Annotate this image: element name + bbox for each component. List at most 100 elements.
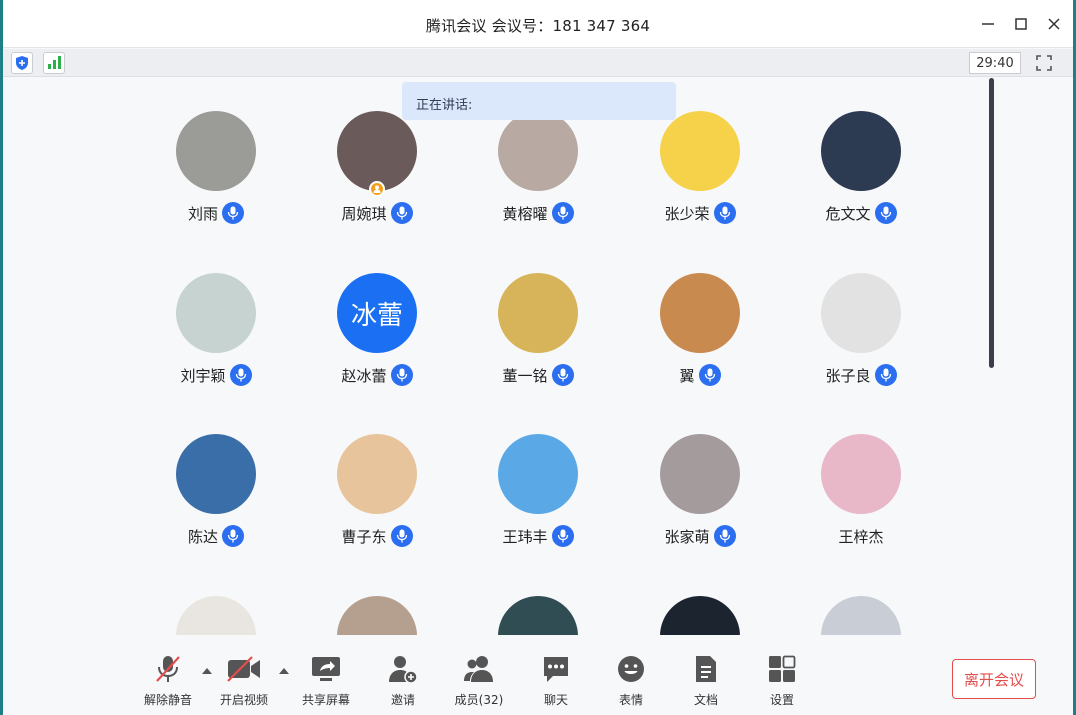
participant-name: 董一铭 [502, 366, 548, 385]
participant-name: 刘宇颖 [180, 366, 226, 385]
mic-icon [719, 529, 730, 543]
participant-name-row: 王玮丰 [463, 524, 613, 548]
mic-status-icon [874, 202, 897, 224]
emoji-button[interactable]: 表情 [596, 653, 666, 709]
avatar [176, 596, 256, 635]
mic-icon [396, 206, 407, 220]
participant-name-row: 刘雨 [141, 201, 291, 225]
participant-name-row: 王梓杰 [786, 524, 936, 548]
participant-name-row: 张少荣 [625, 201, 775, 225]
participant-tile[interactable]: 冰蕾赵冰蕾 [302, 273, 452, 413]
participant-tile[interactable]: 陈达 [141, 434, 291, 574]
signal-bar [52, 60, 56, 69]
participant-tile[interactable]: 张少荣 [625, 111, 775, 251]
participant-tile[interactable]: 翼 [625, 273, 775, 413]
start-video-button[interactable]: 开启视频 [209, 653, 279, 709]
fullscreen-icon [1036, 55, 1052, 71]
participant-tile[interactable]: 危文文 [786, 111, 936, 251]
add-user-icon [389, 656, 418, 684]
participant-name: 赵冰蕾 [341, 366, 387, 385]
participant-tile[interactable] [625, 596, 775, 635]
close-button[interactable] [1039, 10, 1069, 38]
docs-button[interactable]: 文档 [671, 653, 741, 709]
participant-tile[interactable] [463, 596, 613, 635]
mic-icon [227, 529, 239, 543]
participant-name: 张家萌 [664, 527, 710, 546]
mic-status-icon [874, 364, 897, 386]
avatar [498, 111, 578, 191]
avatar [821, 434, 901, 514]
participant-tile[interactable]: 王玮丰 [463, 434, 613, 574]
mic-icon [719, 206, 730, 220]
mic-icon [557, 368, 568, 382]
leave-meeting-button[interactable]: 离开会议 [952, 659, 1036, 699]
avatar [660, 596, 740, 635]
settings-button[interactable]: 设置 [747, 653, 817, 709]
minimize-button[interactable] [973, 10, 1003, 38]
participant-tile[interactable]: 周婉琪 [302, 111, 452, 251]
participant-tile[interactable]: 王梓杰 [786, 434, 936, 574]
participant-name: 王玮丰 [502, 527, 548, 546]
avatar: 冰蕾 [337, 273, 417, 353]
chat-icon [544, 657, 568, 682]
participant-name: 曹子东 [341, 527, 387, 546]
window-title: 腾讯会议 会议号：181 347 364 [425, 17, 651, 35]
minimize-icon [982, 23, 994, 25]
participant-name-row: 赵冰蕾 [302, 363, 452, 387]
maximize-button[interactable] [1006, 10, 1036, 38]
participant-tile[interactable] [302, 596, 452, 635]
mic-icon [227, 206, 239, 220]
participant-name: 王梓杰 [838, 527, 884, 546]
participant-name: 黄榕曜 [502, 204, 548, 223]
participant-tile[interactable]: 曹子东 [302, 434, 452, 574]
avatar [337, 596, 417, 635]
mic-status-icon [222, 202, 244, 224]
participant-name: 刘雨 [187, 204, 218, 223]
participant-name: 周婉琪 [341, 204, 387, 223]
participant-tile[interactable]: 董一铭 [463, 273, 613, 413]
maximize-icon [1015, 18, 1027, 30]
mic-status-icon [551, 364, 574, 386]
close-icon [1048, 18, 1060, 30]
share-screen-icon [312, 657, 340, 681]
participant-name-row: 曹子东 [302, 524, 452, 548]
speaking-indicator: 正在讲话: [402, 82, 676, 120]
avatar [498, 273, 578, 353]
invite-button[interactable]: 邀请 [368, 653, 438, 709]
members-button[interactable]: 成员(32) [444, 653, 514, 709]
fullscreen-button[interactable] [1033, 52, 1055, 74]
share-screen-button[interactable]: 共享屏幕 [291, 653, 361, 709]
participant-tile[interactable]: 张子良 [786, 273, 936, 413]
bottom-toolbar: 解除静音 开启视频 共享屏幕 邀请 成员(32) 聊天 表情 文档 设置 离开会… [3, 635, 1073, 715]
avatar [660, 111, 740, 191]
participant-tile[interactable] [786, 596, 936, 635]
avatar [337, 434, 417, 514]
participant-tile[interactable]: 黄榕曜 [463, 111, 613, 251]
video-options-caret[interactable] [279, 666, 289, 676]
participant-name-row: 刘宇颖 [141, 363, 291, 387]
shield-icon [16, 56, 28, 70]
participant-name-row: 翼 [625, 363, 775, 387]
caret-up-icon [279, 668, 289, 674]
network-signal[interactable] [43, 52, 65, 74]
mic-icon [704, 368, 715, 382]
avatar [176, 273, 256, 353]
participant-name-row: 董一铭 [463, 363, 613, 387]
participant-tile[interactable] [141, 596, 291, 635]
chat-button[interactable]: 聊天 [521, 653, 591, 709]
mic-status-icon [713, 525, 736, 547]
document-icon [696, 656, 716, 682]
mic-status-icon [390, 364, 413, 386]
security-button[interactable] [11, 52, 33, 74]
avatar [498, 596, 578, 635]
participant-tile[interactable]: 刘宇颖 [141, 273, 291, 413]
unmute-button[interactable]: 解除静音 [133, 653, 203, 709]
participant-name-row: 黄榕曜 [463, 201, 613, 225]
mic-icon [557, 529, 568, 543]
info-bar: 29:40 [3, 49, 1073, 77]
participant-tile[interactable]: 刘雨 [141, 111, 291, 251]
participant-tile[interactable]: 张家萌 [625, 434, 775, 574]
video-off-icon [227, 656, 260, 682]
participant-name-row: 张家萌 [625, 524, 775, 548]
signal-bar [47, 64, 51, 69]
